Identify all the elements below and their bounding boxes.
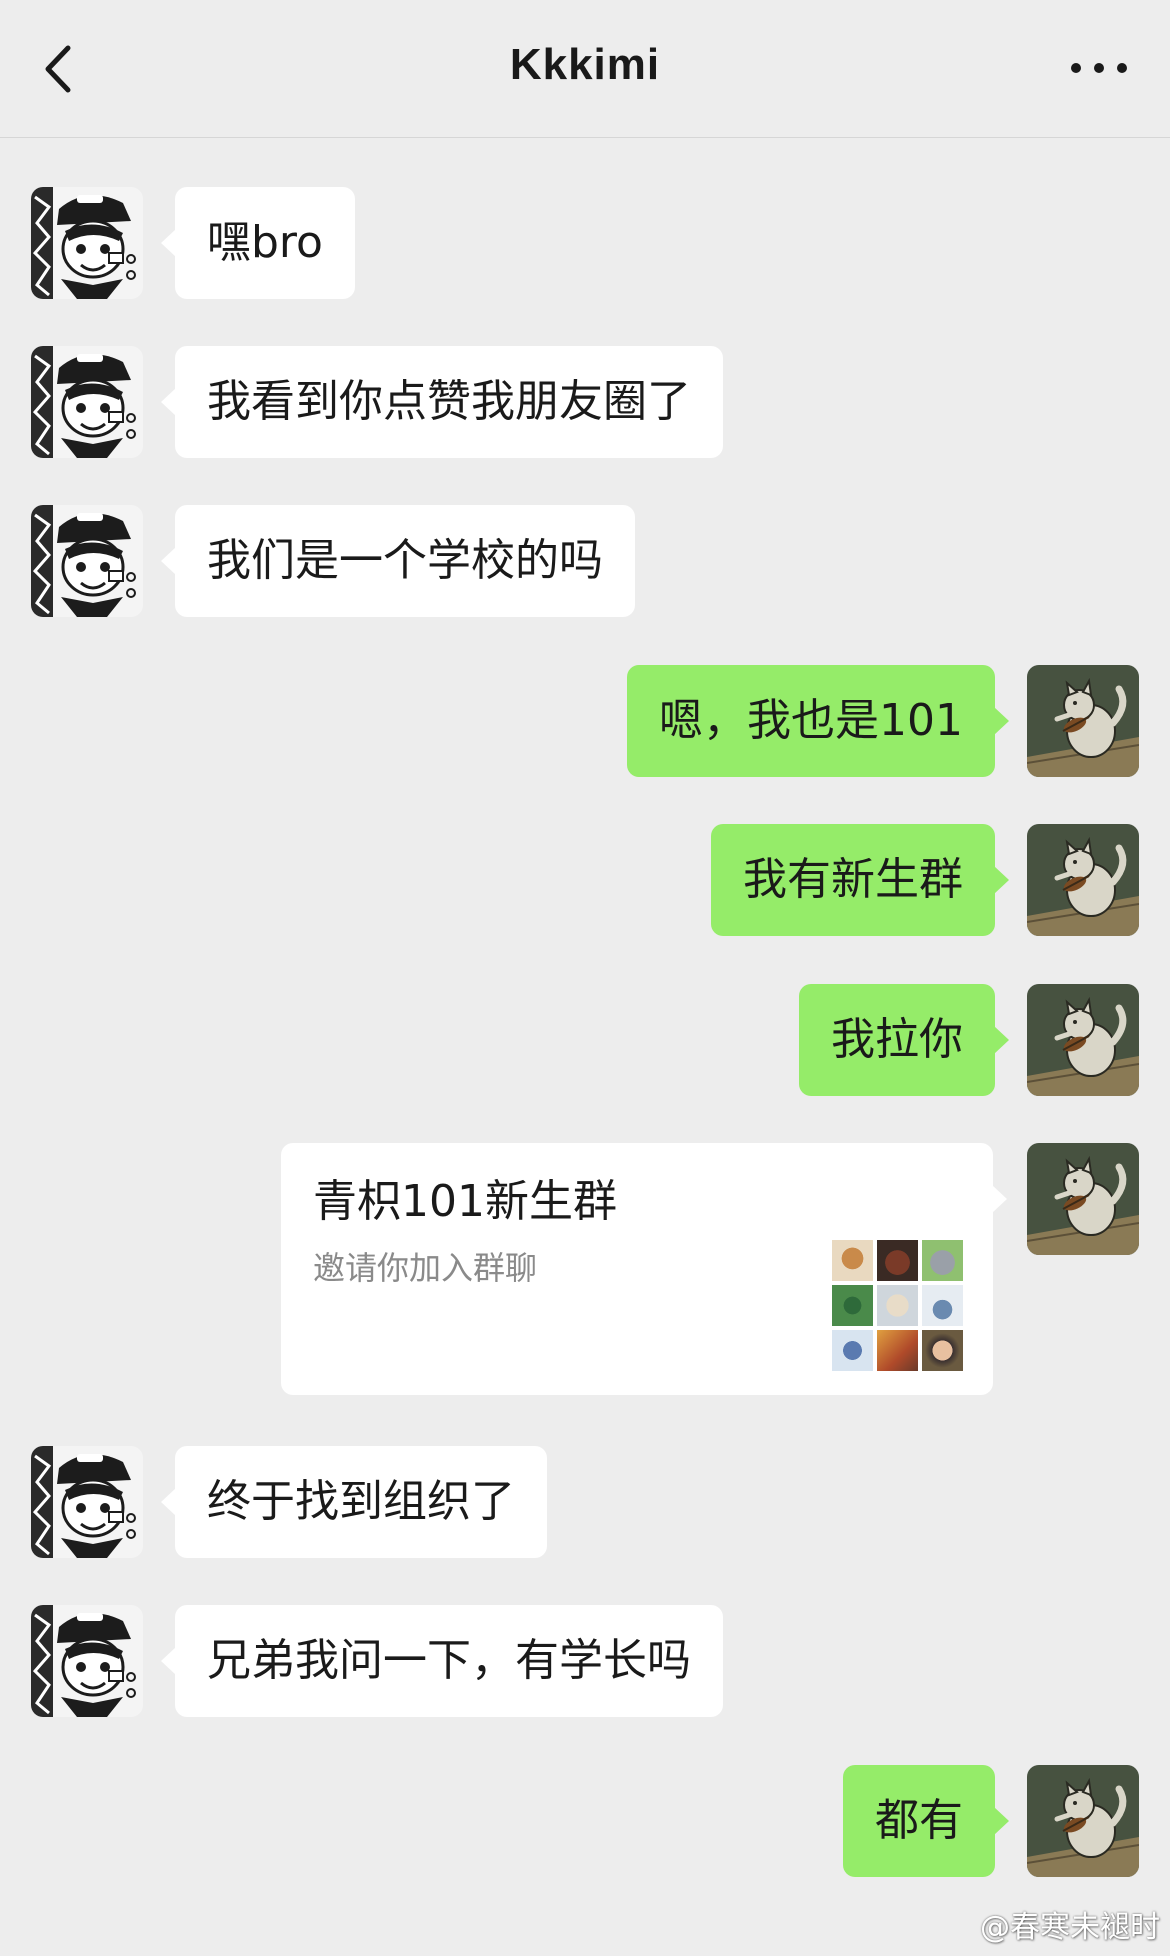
member-avatar <box>922 1285 963 1326</box>
outgoing-message-bubble[interactable]: 都有 <box>843 1765 1009 1877</box>
incoming-message-bubble[interactable]: 我看到你点赞我朋友圈了 <box>161 346 723 458</box>
member-avatar <box>832 1330 873 1371</box>
incoming-message-bubble[interactable]: 终于找到组织了 <box>161 1446 547 1558</box>
weibo-watermark: @春寒未褪时 <box>980 1910 1160 1945</box>
member-avatar <box>922 1240 963 1281</box>
contact-avatar[interactable] <box>31 1446 143 1558</box>
my-avatar[interactable] <box>1027 984 1139 1096</box>
member-avatar <box>922 1330 963 1371</box>
member-avatar <box>832 1240 873 1281</box>
member-avatar <box>877 1240 918 1281</box>
contact-avatar[interactable] <box>31 1605 143 1717</box>
contact-avatar[interactable] <box>31 505 143 617</box>
group-invite-subtitle: 邀请你加入群聊 <box>313 1249 538 1287</box>
member-avatar <box>877 1285 918 1326</box>
outgoing-message-bubble[interactable]: 嗯，我也是101 <box>627 665 1009 777</box>
group-invite-title: 青枳101新生群 <box>313 1176 617 1227</box>
chat-title: Kkkimi <box>509 40 661 89</box>
my-avatar[interactable] <box>1027 665 1139 777</box>
my-avatar[interactable] <box>1027 824 1139 936</box>
my-avatar[interactable] <box>1027 1143 1139 1255</box>
outgoing-message-bubble[interactable]: 我拉你 <box>799 984 1009 1096</box>
group-avatar-grid <box>832 1240 963 1371</box>
outgoing-message-bubble[interactable]: 我有新生群 <box>711 824 1009 936</box>
my-avatar[interactable] <box>1027 1765 1139 1877</box>
member-avatar <box>877 1330 918 1371</box>
contact-avatar[interactable] <box>31 187 143 299</box>
group-invite-card[interactable]: 青枳101新生群 邀请你加入群聊 <box>281 1143 1007 1395</box>
member-avatar <box>832 1285 873 1326</box>
incoming-message-bubble[interactable]: 我们是一个学校的吗 <box>161 505 635 617</box>
back-button[interactable] <box>30 34 90 104</box>
more-dots-icon <box>1071 63 1127 73</box>
more-options-button[interactable] <box>1064 46 1134 90</box>
contact-avatar[interactable] <box>31 346 143 458</box>
incoming-message-bubble[interactable]: 兄弟我问一下，有学长吗 <box>161 1605 723 1717</box>
chat-header: Kkkimi <box>0 0 1170 138</box>
incoming-message-bubble[interactable]: 嘿bro <box>161 187 355 299</box>
chevron-left-icon <box>45 45 71 93</box>
